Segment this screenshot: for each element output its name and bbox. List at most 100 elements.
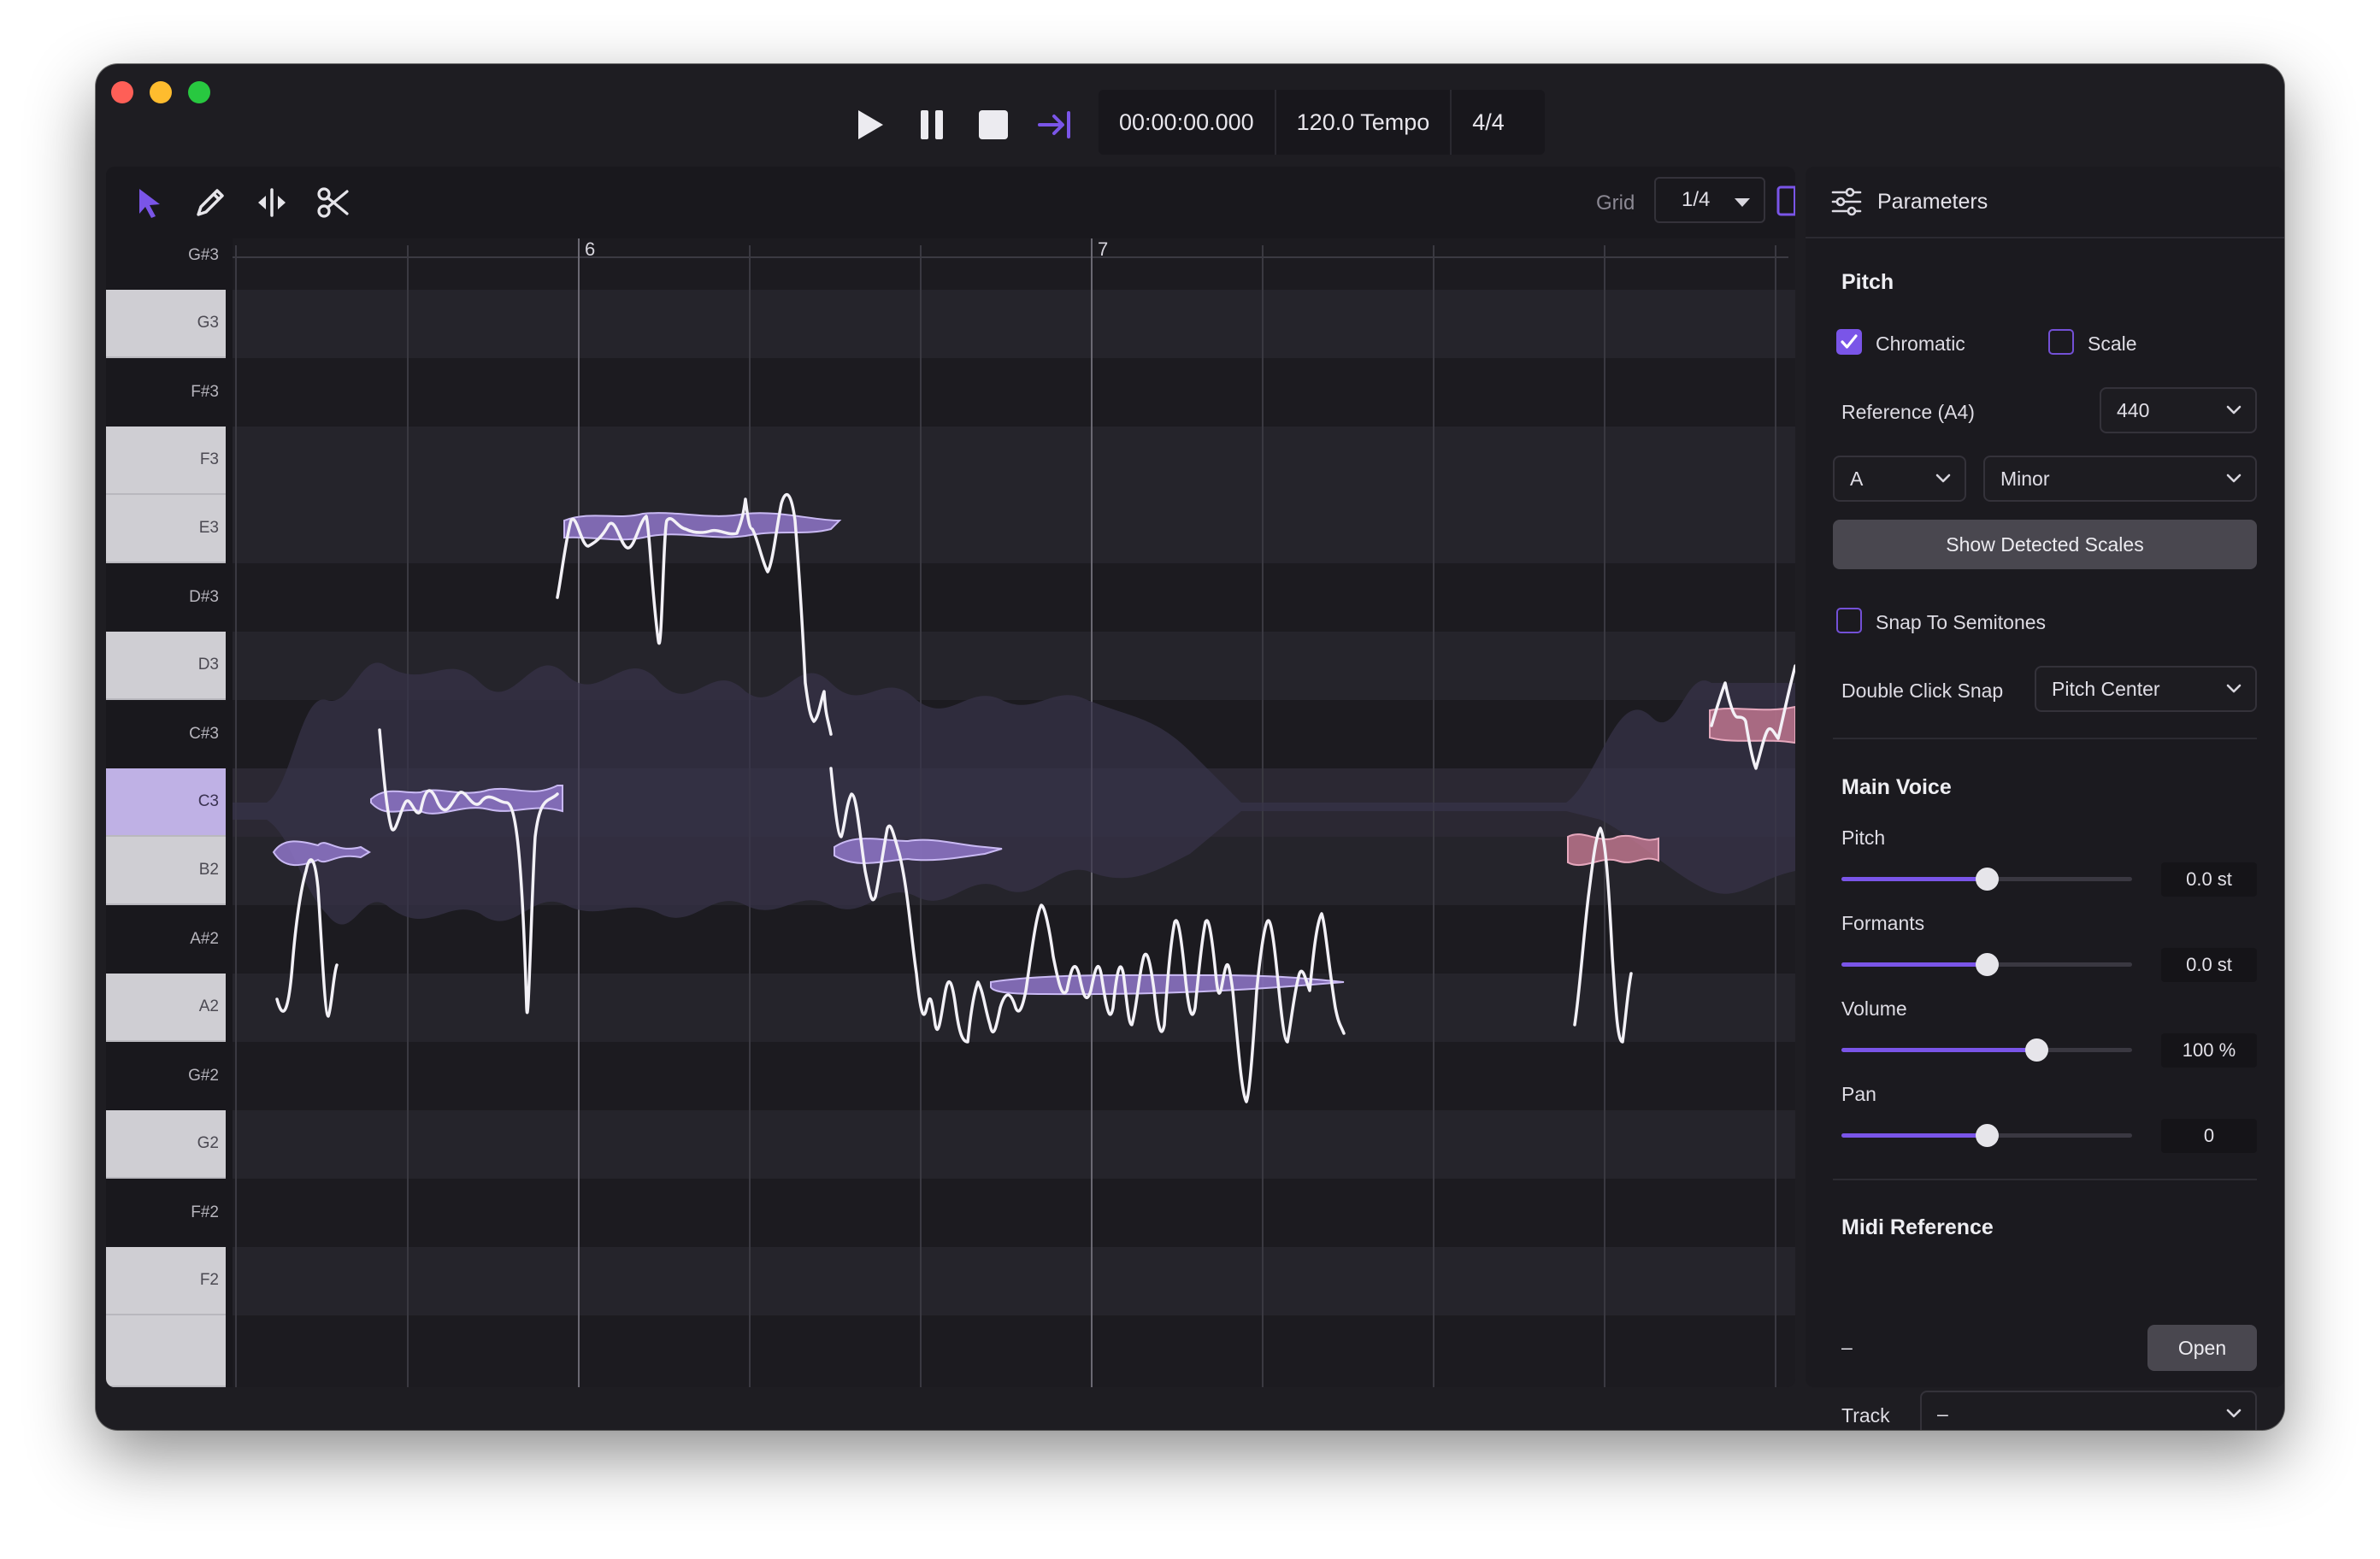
close-window-button[interactable]	[111, 81, 133, 103]
transport-controls	[839, 95, 1086, 155]
mode-value: Minor	[2000, 467, 2050, 490]
formants-slider[interactable]	[1841, 953, 2132, 976]
pan-value[interactable]: 0	[2161, 1119, 2257, 1153]
slider-knob[interactable]	[1976, 1124, 1999, 1147]
chevron-down-icon	[2226, 405, 2242, 415]
piano-key-a2[interactable]: A2	[106, 974, 226, 1042]
slider-knob[interactable]	[2024, 1038, 2048, 1062]
chevron-down-icon	[2226, 474, 2242, 483]
pencil-icon	[197, 189, 224, 216]
sliders-icon	[1831, 187, 1862, 216]
piano-key-e3[interactable]: E3	[106, 495, 226, 563]
pitch-shift-slider[interactable]	[1841, 868, 2132, 891]
piano-key-g2[interactable]: G2	[106, 1110, 226, 1179]
pitch-shift-label: Pitch	[1841, 827, 1886, 849]
stop-icon	[979, 110, 1008, 139]
grid-select[interactable]: 1/4	[1654, 177, 1765, 223]
time-position[interactable]: 00:00:00.000	[1099, 109, 1275, 136]
pause-button[interactable]	[901, 95, 963, 155]
stretch-icon	[258, 188, 286, 217]
open-midi-button[interactable]: Open	[2147, 1325, 2257, 1371]
volume-label: Volume	[1841, 997, 1907, 1020]
midi-file-value: –	[1841, 1336, 1853, 1358]
double-click-snap-value: Pitch Center	[2052, 677, 2160, 700]
piano-key-partial[interactable]	[106, 1315, 226, 1387]
volume-slider[interactable]	[1841, 1038, 2132, 1062]
pitch-section-title: Pitch	[1841, 270, 1894, 294]
note-grid[interactable]: 6 7	[233, 230, 1795, 1387]
piano-key-a-sharp2[interactable]: A#2	[106, 905, 226, 974]
slider-knob[interactable]	[1976, 953, 1999, 976]
piano-roll: G#3 G3 F#3 F3 E3 D#3 D3 C#3 C3 B2 A#2 A2 G#2 G2 F#2 F2	[106, 230, 1795, 1387]
formants-label: Formants	[1841, 912, 1925, 934]
grid-value: 1/4	[1682, 188, 1711, 211]
pitch-editor: Grid 1/4 G#3 G3 F#3 F3 E3 D#3 D3 C#3 C3 B2 A#2 A2 G#…	[106, 167, 1795, 1387]
caret-down-icon	[1735, 198, 1750, 207]
app-window: 00:00:00.000 120.0 Tempo 4/4 Grid 1/4 G#…	[96, 64, 2284, 1430]
pitch-canvas	[233, 230, 1795, 1387]
track-select[interactable]: –	[1920, 1391, 2257, 1430]
slider-fill	[1841, 1133, 1987, 1138]
mode-select[interactable]: Minor	[1983, 456, 2257, 502]
tempo-value[interactable]: 120.0 Tempo	[1276, 109, 1451, 136]
key-select[interactable]: A	[1833, 456, 1966, 502]
volume-value[interactable]: 100 %	[2161, 1033, 2257, 1068]
stop-button[interactable]	[963, 95, 1024, 155]
show-detected-scales-button[interactable]: Show Detected Scales	[1833, 520, 2257, 569]
formants-value[interactable]: 0.0 st	[2161, 948, 2257, 982]
piano-key-d3[interactable]: D3	[106, 632, 226, 700]
scale-label: Scale	[2088, 332, 2137, 355]
piano-key-g3[interactable]: G3	[106, 290, 226, 358]
piano-key-g-sharp3[interactable]: G#3	[106, 221, 226, 290]
panel-title: Parameters	[1877, 189, 1988, 214]
section-divider	[1833, 1179, 2257, 1180]
section-divider	[1833, 738, 2257, 739]
double-click-snap-select[interactable]: Pitch Center	[2035, 666, 2257, 712]
scale-checkbox[interactable]	[2048, 329, 2074, 355]
piano-key-g-sharp2[interactable]: G#2	[106, 1042, 226, 1110]
piano-key-f-sharp2[interactable]: F#2	[106, 1179, 226, 1247]
piano-key-c-sharp3[interactable]: C#3	[106, 700, 226, 768]
parameters-panel: Parameters Pitch Chromatic Scale Referen…	[1806, 167, 2284, 1430]
pan-label: Pan	[1841, 1083, 1876, 1105]
slider-knob[interactable]	[1976, 868, 1999, 891]
piano-key-b2[interactable]: B2	[106, 837, 226, 905]
track-label: Track	[1841, 1404, 1890, 1427]
sidebar-toggle-icon[interactable]	[1776, 185, 1795, 216]
time-signature[interactable]: 4/4	[1452, 109, 1525, 136]
reference-label: Reference (A4)	[1841, 401, 1975, 423]
minimize-window-button[interactable]	[150, 81, 172, 103]
chromatic-checkbox[interactable]	[1836, 329, 1862, 355]
bar-number-6: 6	[585, 238, 596, 260]
pan-slider[interactable]	[1841, 1124, 2132, 1147]
piano-key-f3[interactable]: F3	[106, 427, 226, 495]
editor-toolbar	[106, 167, 1795, 238]
scissors-tool[interactable]	[303, 172, 364, 233]
snap-semitones-label: Snap To Semitones	[1876, 611, 2047, 633]
snap-semitones-checkbox[interactable]	[1836, 608, 1862, 633]
play-icon	[858, 110, 883, 139]
piano-key-c3[interactable]: C3	[106, 768, 226, 837]
piano-key-f-sharp3[interactable]: F#3	[106, 358, 226, 427]
stretch-tool[interactable]	[241, 172, 303, 233]
double-click-snap-label: Double Click Snap	[1841, 679, 2004, 702]
slider-fill	[1841, 962, 1987, 967]
midi-reference-title: Midi Reference	[1841, 1215, 1994, 1239]
zoom-window-button[interactable]	[188, 81, 210, 103]
panel-header: Parameters	[1806, 167, 2284, 238]
arrow-to-end-icon	[1038, 111, 1070, 138]
grid-label: Grid	[1596, 191, 1635, 215]
piano-key-f2[interactable]: F2	[106, 1247, 226, 1315]
play-button[interactable]	[839, 95, 901, 155]
scissors-icon	[317, 187, 349, 218]
chevron-down-icon	[2226, 684, 2242, 693]
key-value: A	[1850, 467, 1864, 490]
piano-key-d-sharp3[interactable]: D#3	[106, 563, 226, 632]
pitch-shift-value[interactable]: 0.0 st	[2161, 862, 2257, 897]
reference-select[interactable]: 440	[2100, 387, 2257, 433]
chevron-down-icon	[1935, 474, 1951, 483]
main-voice-title: Main Voice	[1841, 775, 1952, 799]
piano-keyboard: G#3 G3 F#3 F3 E3 D#3 D3 C#3 C3 B2 A#2 A2 G#2 G2 F#2 F2	[106, 238, 226, 1387]
checkmark-icon	[1841, 334, 1858, 349]
return-to-start-button[interactable]	[1024, 95, 1086, 155]
